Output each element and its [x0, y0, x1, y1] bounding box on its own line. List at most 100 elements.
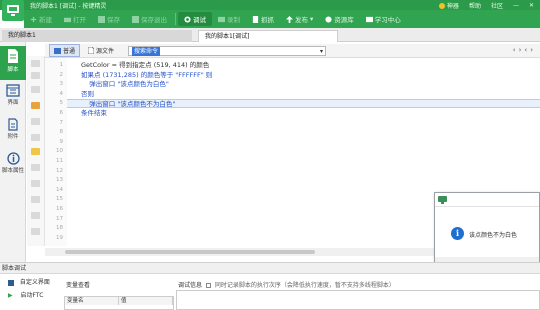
code-line[interactable] — [67, 138, 81, 147]
tab-script-debug[interactable]: 我的脚本1[调试] — [198, 30, 338, 42]
normal-view-button[interactable]: 普通 — [49, 44, 81, 57]
record-button[interactable]: 录制 — [212, 12, 246, 26]
custom-ui-icon — [8, 279, 14, 286]
window-title: 我的脚本1 [调试] - 按键精灵 — [30, 3, 107, 10]
info-icon: i — [451, 227, 464, 240]
code-line[interactable] — [67, 205, 81, 214]
code-line[interactable] — [67, 128, 81, 137]
nav-arrows[interactable]: ‹›‹› — [513, 46, 536, 54]
code-line[interactable]: 弹出窗口 "该点颜色不为白色" — [67, 99, 540, 109]
line-number: 1 — [59, 62, 64, 68]
line-number: 6 — [59, 110, 64, 116]
save-exit-button[interactable]: 保存退出 — [126, 12, 173, 26]
title-menu-tool[interactable]: 神器 — [438, 1, 459, 10]
custom-ui-item[interactable]: 自定义界面 — [8, 277, 50, 286]
code-line[interactable] — [67, 224, 81, 233]
record-icon — [218, 16, 225, 22]
gutter-icon[interactable] — [31, 118, 40, 125]
gutter-icon[interactable] — [31, 60, 40, 67]
monitor-icon — [438, 196, 447, 204]
sidebar-item-attachment[interactable]: 附件 — [0, 116, 26, 146]
gutter-icon[interactable] — [31, 180, 40, 187]
line-number: 5 — [59, 100, 64, 107]
sidebar-item-script[interactable]: 脚本 — [0, 46, 26, 80]
command-search-select[interactable]: 搜索命令 ▾ — [128, 45, 327, 56]
gutter-icon[interactable] — [31, 72, 40, 79]
code-line[interactable]: 条件结束 — [67, 109, 107, 118]
publish-icon — [286, 15, 293, 23]
new-button[interactable]: 新建 — [24, 12, 58, 26]
code-line[interactable]: GetColor = 得到指定点 (519, 414) 的颜色 — [67, 61, 209, 70]
line-number: 2 — [59, 71, 64, 78]
code-line[interactable] — [67, 186, 81, 195]
code-line[interactable] — [67, 195, 81, 204]
file-icon — [88, 47, 95, 54]
gutter-icon[interactable] — [31, 196, 40, 203]
open-icon — [64, 17, 71, 22]
gutter-icon[interactable] — [31, 86, 40, 93]
debug-button[interactable]: 调试 — [178, 12, 212, 26]
code-line[interactable] — [67, 167, 81, 176]
code-line[interactable]: 弹出窗口 "该点颜色为白色" — [67, 80, 169, 89]
gutter-icon[interactable] — [31, 134, 40, 141]
gutter-icon[interactable] — [31, 164, 40, 171]
source-view-button[interactable]: 源文件 — [84, 45, 118, 56]
close-button[interactable]: ✕ — [529, 2, 534, 9]
line-number: 10 — [56, 148, 63, 155]
start-ftc-item[interactable]: ▶ 启动FTC — [8, 290, 43, 299]
save-button[interactable]: 保存 — [92, 12, 126, 26]
grid-icon — [54, 47, 61, 54]
code-line[interactable]: 如果点 (1731,285) 的颜色等于 "FFFFFF" 则 — [67, 71, 212, 80]
code-line[interactable] — [67, 215, 81, 224]
open-button[interactable]: 打开 — [58, 12, 92, 26]
debug-log-box[interactable] — [176, 290, 540, 310]
chevron-down-icon: ▾ — [320, 47, 324, 55]
line-number: 3 — [59, 81, 64, 88]
gutter-icon[interactable] — [31, 102, 40, 109]
line-number: 17 — [56, 215, 63, 222]
toolbar-separator — [175, 13, 176, 25]
code-line[interactable] — [67, 147, 81, 156]
play-icon: ▶ — [8, 292, 13, 299]
script-icon — [8, 49, 18, 63]
line-number: 14 — [56, 186, 63, 193]
log-order-checkbox[interactable] — [205, 283, 211, 288]
minimize-button[interactable]: — — [513, 2, 519, 9]
line-number: 9 — [59, 138, 64, 145]
variable-table-header: 变量名 值 — [64, 296, 174, 310]
code-line[interactable] — [67, 119, 81, 128]
resource-button[interactable]: 资源库 — [319, 12, 360, 26]
code-line[interactable] — [67, 234, 81, 243]
title-bar-menu: 神器 帮助 社区 — ✕ — [438, 0, 540, 10]
debug-icon — [184, 15, 191, 23]
sidebar-item-script-properties[interactable]: 脚本属性 — [0, 150, 26, 182]
line-number-gutter: 1 2 3 4 5 6 7 8 9 10 11 12 13 14 15 16 17 18 19 — [45, 58, 67, 246]
gutter-icon[interactable] — [31, 228, 40, 235]
sidebar-item-ui[interactable]: 界面 — [0, 82, 26, 112]
code-line[interactable] — [67, 157, 81, 166]
left-sidebar: 脚本 界面 附件 脚本属性 — [0, 42, 26, 262]
dialog-caption — [435, 193, 539, 207]
code-line[interactable]: 否则 — [67, 90, 94, 99]
title-menu-community[interactable]: 社区 — [491, 1, 503, 10]
monitor-logo-icon — [7, 5, 19, 16]
var-col-value: 值 — [119, 297, 173, 305]
learn-center-button[interactable]: 学习中心 — [360, 12, 407, 26]
title-menu-help[interactable]: 帮助 — [469, 1, 481, 10]
info-icon — [6, 152, 20, 165]
command-gutter — [27, 56, 45, 246]
tab-script[interactable]: 我的脚本1 — [2, 30, 192, 42]
gutter-icon[interactable] — [31, 212, 40, 219]
code-line[interactable] — [67, 176, 81, 185]
capture-button[interactable]: 抓抓 — [246, 12, 280, 26]
line-number: 15 — [56, 196, 63, 203]
debug-panel-header: 脚本调试 — [0, 262, 540, 274]
line-number: 19 — [56, 234, 63, 241]
publish-button[interactable]: 发布 ▾ — [280, 12, 319, 26]
editor-header: 普通 源文件 搜索命令 ▾ ‹›‹› — [45, 44, 540, 58]
line-number: 13 — [56, 177, 63, 184]
scroll-thumb[interactable] — [65, 250, 315, 254]
new-icon — [30, 16, 37, 22]
gutter-icon[interactable] — [31, 148, 40, 155]
line-number: 8 — [59, 129, 64, 136]
